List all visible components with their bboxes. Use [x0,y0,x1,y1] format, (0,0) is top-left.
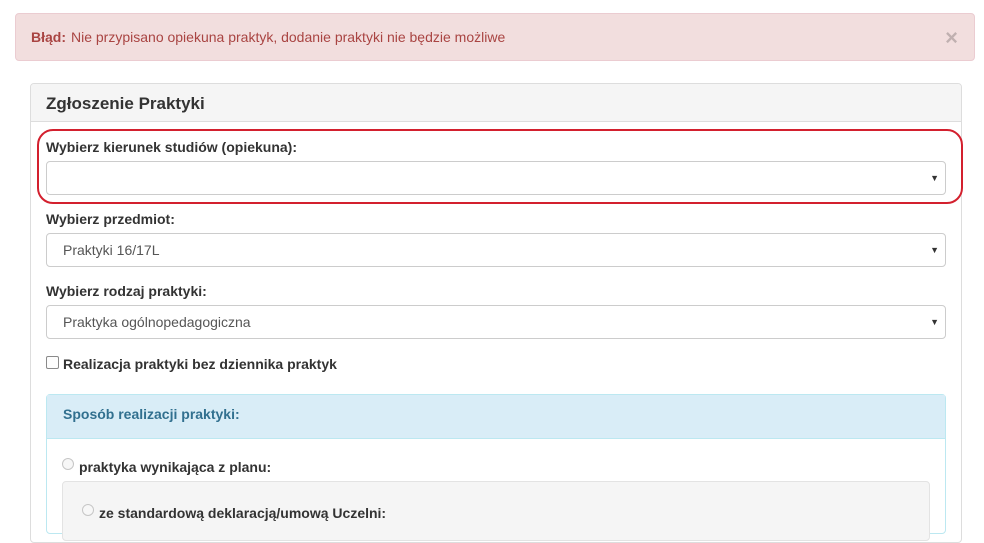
chevron-down-icon: ▼ [930,173,939,183]
close-icon[interactable]: × [945,27,958,49]
plan-radio-label: praktyka wynikająca z planu: [79,459,272,475]
rodzaj-label: Wybierz rodzaj praktyki: [46,283,207,299]
chevron-down-icon: ▼ [930,317,939,327]
kierunek-label: Wybierz kierunek studiów (opiekuna): [46,139,298,155]
rodzaj-select[interactable]: Praktyka ogólnopedagogiczna ▼ [46,305,946,339]
rodzaj-value: Praktyka ogólnopedagogiczna [63,314,251,330]
error-alert: Błąd: Nie przypisano opiekuna praktyk, d… [15,13,975,61]
przedmiot-value: Praktyki 16/17L [63,242,160,258]
bez-dziennika-label: Realizacja praktyki bez dziennika prakty… [63,356,337,372]
panel-title: Zgłoszenie Praktyki [31,84,961,122]
przedmiot-select[interactable]: Praktyki 16/17L ▼ [46,233,946,267]
kierunek-select[interactable]: ▼ [46,161,946,195]
plan-radio[interactable] [62,458,74,470]
bez-dziennika-checkbox[interactable] [46,356,59,369]
standard-radio-label: ze standardową deklaracją/umową Uczelni: [99,505,387,521]
przedmiot-label: Wybierz przedmiot: [46,211,175,227]
standard-radio[interactable] [82,504,94,516]
sposob-heading: Sposób realizacji praktyki: [47,395,945,439]
alert-message: Nie przypisano opiekuna praktyk, dodanie… [71,29,506,45]
chevron-down-icon: ▼ [930,245,939,255]
alert-prefix: Błąd: [31,29,66,45]
